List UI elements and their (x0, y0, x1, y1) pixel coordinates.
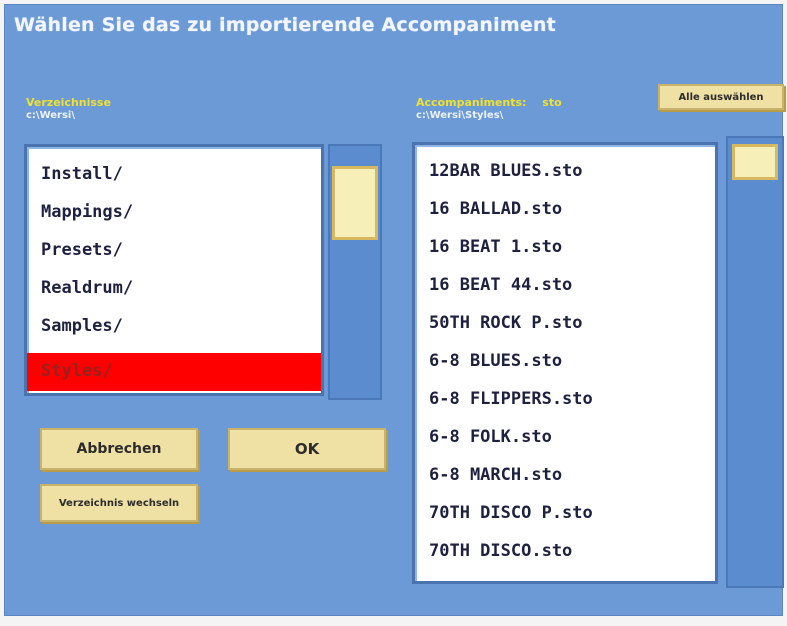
ok-button[interactable]: OK (228, 428, 386, 470)
accompaniment-item[interactable]: 12BAR BLUES.sto (429, 161, 583, 181)
accompaniment-item[interactable]: 6-8 MARCH.sto (429, 465, 562, 485)
accompaniment-scrollbar[interactable] (726, 136, 784, 588)
directory-item-styles[interactable]: Styles/ (41, 361, 113, 381)
directory-item-presets[interactable]: Presets/ (41, 240, 123, 260)
accompaniments-path: c:\Wersi\Styles\ (416, 110, 504, 121)
directories-path: c:\Wersi\ (26, 110, 75, 121)
accompaniment-item[interactable]: 16 BEAT 1.sto (429, 237, 562, 257)
directory-scrollbar-thumb[interactable] (332, 166, 378, 240)
cancel-button[interactable]: Abbrechen (40, 428, 198, 470)
accompaniments-filter: sto (542, 96, 562, 109)
accompaniment-item[interactable]: 70TH DISCO.sto (429, 541, 572, 561)
directory-list[interactable]: Install/ Mappings/ Presets/ Realdrum/ Sa… (24, 144, 324, 396)
accompaniments-header: Accompaniments: sto (416, 96, 562, 109)
accompaniments-header-label: Accompaniments: (416, 96, 527, 109)
accompaniment-item[interactable]: 50TH ROCK P.sto (429, 313, 583, 333)
change-directory-button[interactable]: Verzeichnis wechseln (40, 484, 198, 522)
directories-header: Verzeichnisse (26, 96, 111, 109)
accompaniment-list[interactable]: 12BAR BLUES.sto 16 BALLAD.sto 16 BEAT 1.… (412, 142, 718, 584)
dialog-title: Wählen Sie das zu importierende Accompan… (14, 14, 556, 36)
accompaniment-item[interactable]: 6-8 FLIPPERS.sto (429, 389, 593, 409)
directory-scrollbar[interactable] (328, 144, 382, 400)
accompaniment-scrollbar-thumb[interactable] (732, 144, 778, 180)
accompaniment-item[interactable]: 6-8 FOLK.sto (429, 427, 552, 447)
import-accompaniment-dialog: Wählen Sie das zu importierende Accompan… (4, 4, 784, 616)
select-all-button[interactable]: Alle auswählen (658, 84, 784, 110)
accompaniment-item[interactable]: 16 BALLAD.sto (429, 199, 562, 219)
directory-item-install[interactable]: Install/ (41, 164, 123, 184)
directory-item-mappings[interactable]: Mappings/ (41, 202, 133, 222)
directory-item-samples[interactable]: Samples/ (41, 316, 123, 336)
directory-item-realdrum[interactable]: Realdrum/ (41, 278, 133, 298)
accompaniment-item[interactable]: 6-8 BLUES.sto (429, 351, 562, 371)
accompaniment-item[interactable]: 16 BEAT 44.sto (429, 275, 572, 295)
accompaniment-item[interactable]: 70TH DISCO P.sto (429, 503, 593, 523)
